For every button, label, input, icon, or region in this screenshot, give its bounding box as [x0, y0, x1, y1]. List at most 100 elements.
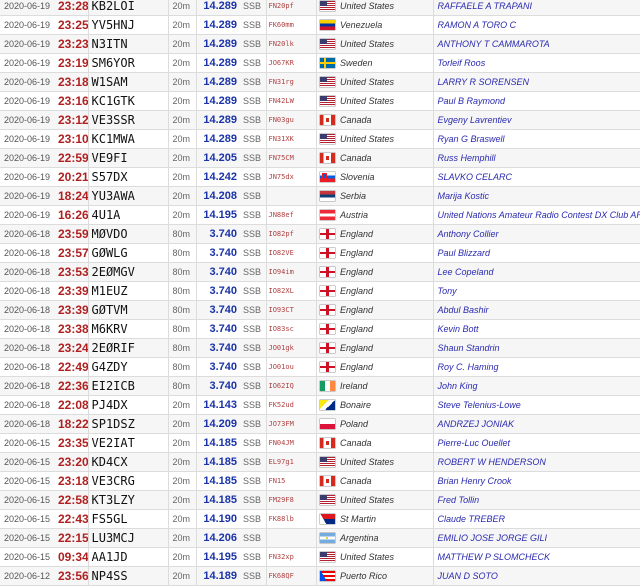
- operator-name-link[interactable]: Evgeny Lavrentiev: [432, 110, 640, 130]
- operator-name-link[interactable]: SLAVKO CELARC: [432, 167, 640, 187]
- operator-name-link[interactable]: Steve Telenius-Lowe: [432, 395, 640, 415]
- operator-name-link[interactable]: John King: [432, 376, 640, 396]
- table-row[interactable]: 2020-06-18 23:53 2EØMGV 80m 3.740 SSB IO…: [0, 262, 640, 282]
- table-row[interactable]: 2020-06-18 23:39 M1EUZ 80m 3.740 SSB IO8…: [0, 281, 640, 301]
- table-row[interactable]: 2020-06-19 20:21 S57DX 20m 14.242 SSB JN…: [0, 167, 640, 187]
- operator-name-link[interactable]: ANTHONY T CAMMAROTA: [432, 34, 640, 54]
- operator-name-link[interactable]: Pierre-Luc Ouellet: [432, 433, 640, 453]
- operator-name-link[interactable]: Lee Copeland: [432, 262, 640, 282]
- callsign-link[interactable]: PJ4DX: [87, 395, 168, 415]
- operator-name-link[interactable]: Shaun Standrin: [432, 338, 640, 358]
- callsign-link[interactable]: LU3MCJ: [87, 528, 168, 548]
- callsign-link[interactable]: N3ITN: [87, 34, 168, 54]
- operator-name-link[interactable]: MATTHEW P SLOMCHECK: [432, 547, 640, 567]
- callsign-link[interactable]: 2EØMGV: [87, 262, 168, 282]
- operator-name-link[interactable]: Roy C. Haming: [432, 357, 640, 377]
- operator-name-link[interactable]: Claude TREBER: [432, 509, 640, 529]
- operator-name-link[interactable]: Ryan G Braswell: [432, 129, 640, 149]
- callsign-link[interactable]: KT3LZY: [87, 490, 168, 510]
- table-row[interactable]: 2020-06-19 23:28 KB2LOI 20m 14.289 SSB F…: [0, 0, 640, 16]
- callsign-link[interactable]: SP1DSZ: [87, 414, 168, 434]
- table-row[interactable]: 2020-06-19 23:18 W1SAM 20m 14.289 SSB FN…: [0, 72, 640, 92]
- grid-locator: FN31XK: [265, 129, 316, 149]
- table-row[interactable]: 2020-06-19 23:25 YV5HNJ 20m 14.289 SSB F…: [0, 15, 640, 35]
- operator-name-link[interactable]: Brian Henry Crook: [432, 471, 640, 491]
- callsign-link[interactable]: 4U1A: [87, 205, 168, 225]
- table-row[interactable]: 2020-06-19 18:24 YU3AWA 20m 14.208 SSB S…: [0, 186, 640, 206]
- table-row[interactable]: 2020-06-19 23:12 VE3SSR 20m 14.289 SSB F…: [0, 110, 640, 130]
- callsign-link[interactable]: EI2ICB: [87, 376, 168, 396]
- table-row[interactable]: 2020-06-19 23:10 KC1MWA 20m 14.289 SSB F…: [0, 129, 640, 149]
- table-row[interactable]: 2020-06-12 23:56 NP4SS 20m 14.189 SSB FK…: [0, 566, 640, 586]
- table-row[interactable]: 2020-06-15 22:43 FS5GL 20m 14.190 SSB FK…: [0, 509, 640, 529]
- callsign-link[interactable]: AA1JD: [87, 547, 168, 567]
- table-row[interactable]: 2020-06-18 18:22 SP1DSZ 20m 14.209 SSB J…: [0, 414, 640, 434]
- spot-time: 20:21: [58, 167, 88, 187]
- table-row[interactable]: 2020-06-19 23:19 SM6YOR 20m 14.289 SSB J…: [0, 53, 640, 73]
- callsign-link[interactable]: 2EØRIF: [87, 338, 168, 358]
- callsign-link[interactable]: YV5HNJ: [87, 15, 168, 35]
- callsign-link[interactable]: VE3SSR: [87, 110, 168, 130]
- table-row[interactable]: 2020-06-18 23:24 2EØRIF 80m 3.740 SSB JO…: [0, 338, 640, 358]
- operator-name-link[interactable]: Fred Tollin: [432, 490, 640, 510]
- table-row[interactable]: 2020-06-15 23:35 VE2IAT 20m 14.185 SSB F…: [0, 433, 640, 453]
- table-row[interactable]: 2020-06-15 23:18 VE3CRG 20m 14.185 SSB F…: [0, 471, 640, 491]
- table-row[interactable]: 2020-06-18 23:59 MØVDO 80m 3.740 SSB IO8…: [0, 224, 640, 244]
- operator-name-link[interactable]: Kevin Bott: [432, 319, 640, 339]
- operator-name-link[interactable]: ANDRZEJ JONIAK: [432, 414, 640, 434]
- callsign-link[interactable]: YU3AWA: [87, 186, 168, 206]
- operator-name-link[interactable]: Paul Blizzard: [432, 243, 640, 263]
- callsign-link[interactable]: VE2IAT: [87, 433, 168, 453]
- callsign-link[interactable]: NP4SS: [87, 566, 168, 586]
- callsign-link[interactable]: M6KRV: [87, 319, 168, 339]
- operator-name-link[interactable]: Paul B Raymond: [432, 91, 640, 111]
- table-row[interactable]: 2020-06-15 22:15 LU3MCJ 20m 14.206 SSB A…: [0, 528, 640, 548]
- operator-name-link[interactable]: Abdul Bashir: [432, 300, 640, 320]
- operator-name-link[interactable]: RAMON A TORO C: [432, 15, 640, 35]
- table-row[interactable]: 2020-06-15 23:20 KD4CX 20m 14.185 SSB EL…: [0, 452, 640, 472]
- callsign-link[interactable]: VE9FI: [87, 148, 168, 168]
- callsign-link[interactable]: S57DX: [87, 167, 168, 187]
- table-row[interactable]: 2020-06-19 22:59 VE9FI 20m 14.205 SSB FN…: [0, 148, 640, 168]
- callsign-link[interactable]: MØVDO: [87, 224, 168, 244]
- operator-name-link[interactable]: Torleif Roos: [432, 53, 640, 73]
- operator-name-link[interactable]: JUAN D SOTO: [432, 566, 640, 586]
- table-row[interactable]: 2020-06-18 22:36 EI2ICB 80m 3.740 SSB IO…: [0, 376, 640, 396]
- operator-name-link[interactable]: ROBERT W HENDERSON: [432, 452, 640, 472]
- table-row[interactable]: 2020-06-19 23:23 N3ITN 20m 14.289 SSB FN…: [0, 34, 640, 54]
- operator-name-link[interactable]: EMILIO JOSE JORGE GILI: [432, 528, 640, 548]
- table-row[interactable]: 2020-06-19 16:26 4U1A 20m 14.195 SSB JN8…: [0, 205, 640, 225]
- callsign-link[interactable]: KB2LOI: [87, 0, 168, 16]
- country-flag-icon: [319, 76, 335, 87]
- callsign-link[interactable]: G4ZDY: [87, 357, 168, 377]
- table-row[interactable]: 2020-06-18 22:49 G4ZDY 80m 3.740 SSB JO0…: [0, 357, 640, 377]
- country-flag-icon: [319, 285, 335, 296]
- operator-name-link[interactable]: United Nations Amateur Radio Contest DX …: [432, 205, 640, 225]
- operator-name-link[interactable]: RAFFAELE A TRAPANI: [432, 0, 640, 16]
- operator-name-link[interactable]: Marija Kostic: [432, 186, 640, 206]
- callsign-link[interactable]: M1EUZ: [87, 281, 168, 301]
- operator-name-link[interactable]: Tony: [432, 281, 640, 301]
- callsign-link[interactable]: KC1MWA: [87, 129, 168, 149]
- operator-name-link[interactable]: Russ Hemphill: [432, 148, 640, 168]
- operator-name-link[interactable]: Anthony Collier: [432, 224, 640, 244]
- callsign-link[interactable]: FS5GL: [87, 509, 168, 529]
- callsign-link[interactable]: KD4CX: [87, 452, 168, 472]
- callsign-link[interactable]: SM6YOR: [87, 53, 168, 73]
- band: 20m: [167, 167, 196, 187]
- table-row[interactable]: 2020-06-15 09:34 AA1JD 20m 14.195 SSB FN…: [0, 547, 640, 567]
- callsign-link[interactable]: GØWLG: [87, 243, 168, 263]
- country: United States: [338, 72, 433, 92]
- operator-name-link[interactable]: LARRY R SORENSEN: [432, 72, 640, 92]
- callsign-link[interactable]: KC1GTK: [87, 91, 168, 111]
- table-row[interactable]: 2020-06-18 23:38 M6KRV 80m 3.740 SSB IO8…: [0, 319, 640, 339]
- table-row[interactable]: 2020-06-18 22:08 PJ4DX 20m 14.143 SSB FK…: [0, 395, 640, 415]
- table-row[interactable]: 2020-06-15 22:58 KT3LZY 20m 14.185 SSB F…: [0, 490, 640, 510]
- callsign-link[interactable]: W1SAM: [87, 72, 168, 92]
- callsign-link[interactable]: VE3CRG: [87, 471, 168, 491]
- table-row[interactable]: 2020-06-18 23:57 GØWLG 80m 3.740 SSB IO8…: [0, 243, 640, 263]
- table-row[interactable]: 2020-06-19 23:16 KC1GTK 20m 14.289 SSB F…: [0, 91, 640, 111]
- spot-date: 2020-06-19: [0, 15, 58, 35]
- callsign-link[interactable]: GØTVM: [87, 300, 168, 320]
- table-row[interactable]: 2020-06-18 23:39 GØTVM 80m 3.740 SSB IO9…: [0, 300, 640, 320]
